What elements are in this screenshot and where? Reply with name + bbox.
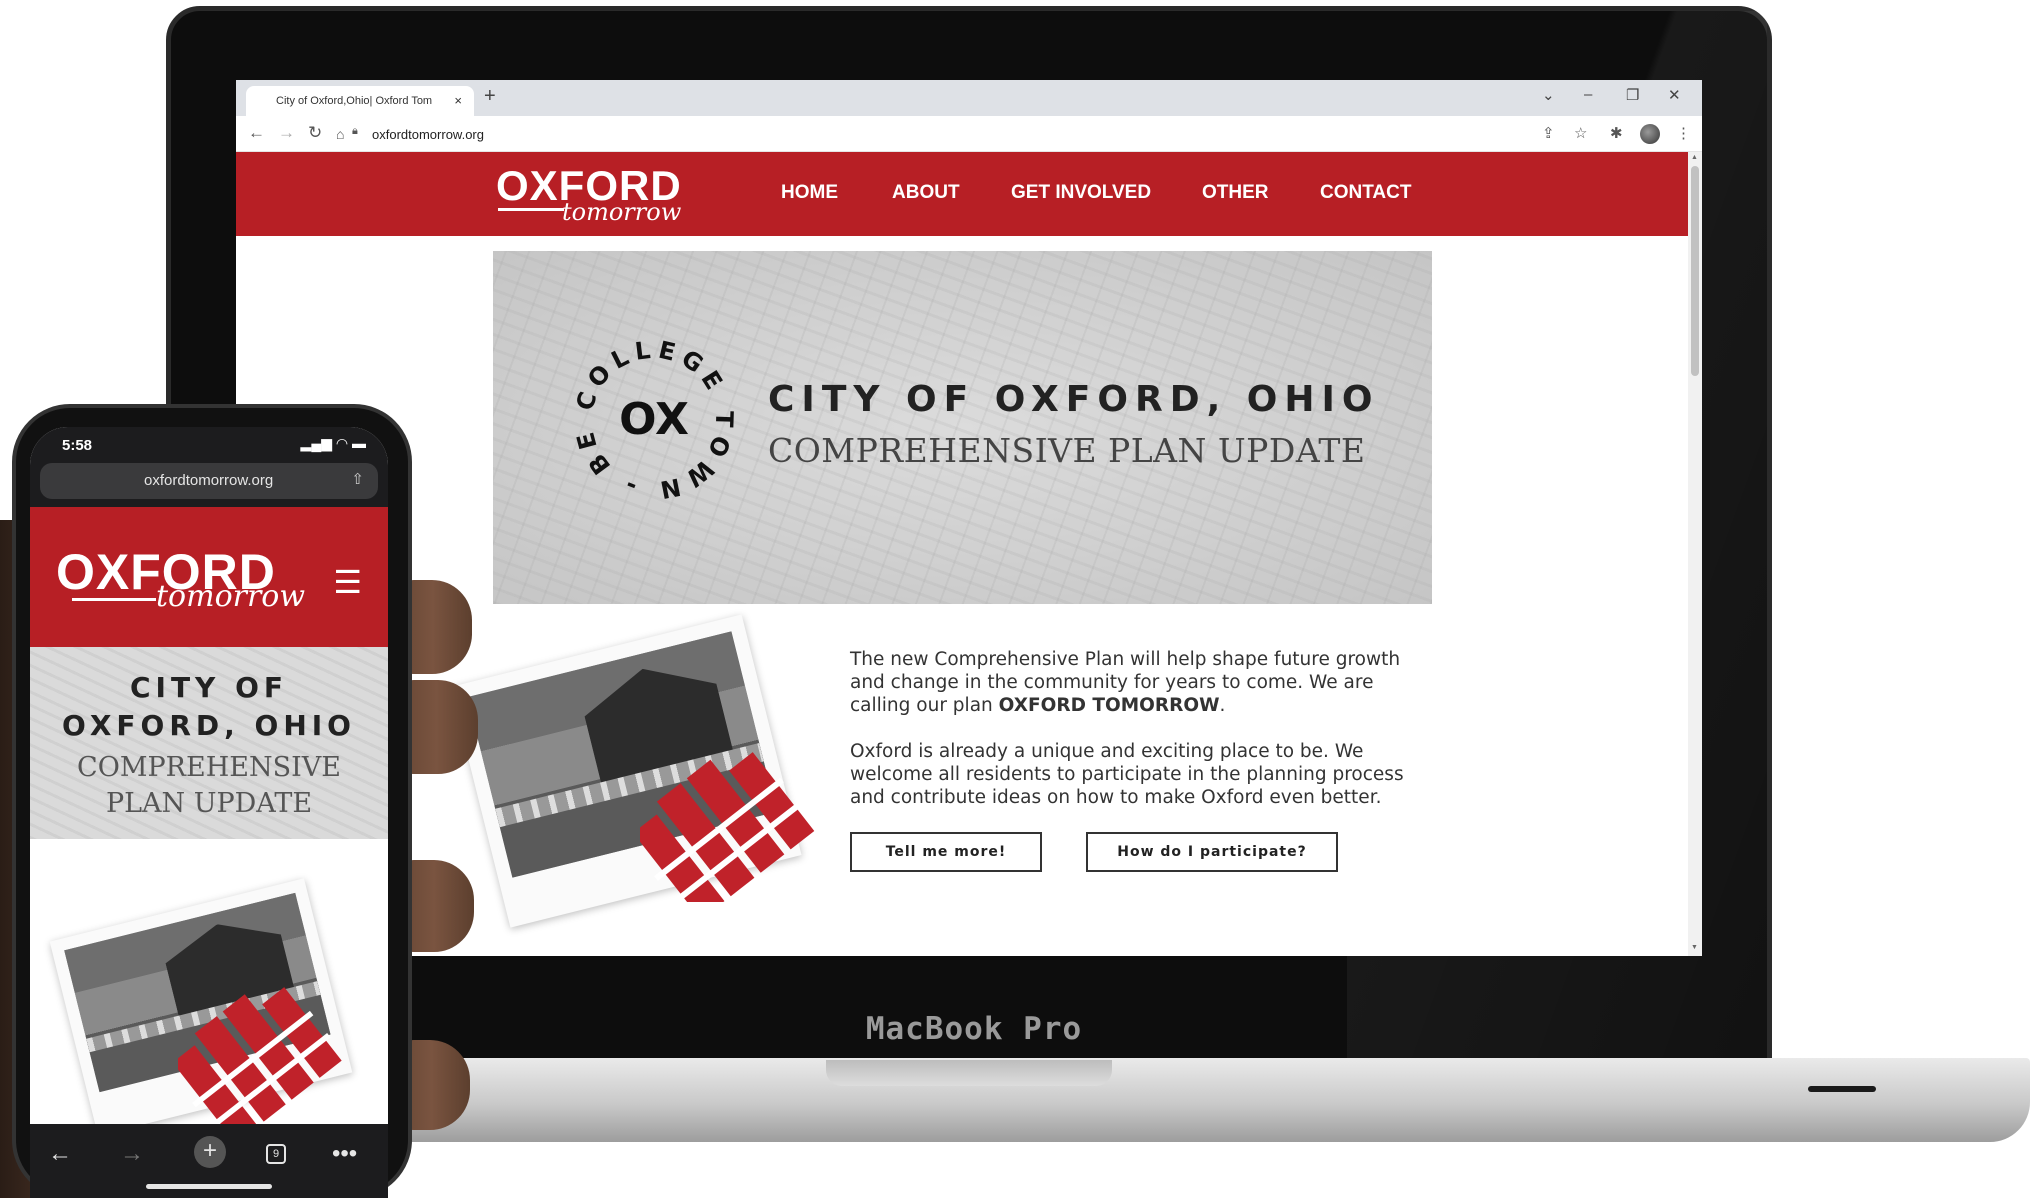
mobile-browser: 5:58 ▂▄▆ ◠ ▬ oxfordtomorrow.org ⇧ OXFORD… — [30, 427, 388, 1198]
mobile-logo-underline — [72, 598, 156, 601]
nav-home[interactable]: HOME — [781, 182, 838, 204]
share-icon[interactable]: ⇪ — [1542, 124, 1555, 142]
hamburger-icon[interactable]: ☰ — [333, 563, 362, 601]
tab-title: City of Oxford,Ohio| Oxford Tom — [276, 95, 433, 107]
mobile-hero-title-1: CITY OF — [129, 671, 289, 704]
brick-mark-icon — [640, 752, 815, 902]
nav-about[interactable]: ABOUT — [892, 182, 960, 204]
status-bar: 5:58 ▂▄▆ ◠ ▬ oxfordtomorrow.org ⇧ — [30, 427, 388, 519]
close-tab-icon[interactable]: × — [454, 93, 462, 108]
mobile-header: OXFORD tomorrow ☰ — [30, 507, 388, 647]
lock-icon: 🔒︎ — [352, 125, 358, 137]
profile-icon[interactable] — [1640, 124, 1660, 144]
maximize-button[interactable]: ❐ — [1626, 86, 1639, 104]
forward-icon[interactable]: → — [278, 123, 295, 143]
mobile-logo-script: tomorrow — [156, 579, 306, 614]
logo-underline — [498, 208, 564, 211]
college-town-seal: COLLEGE TOWN - BEST OX — [571, 337, 732, 503]
site-header: OXFORD tomorrow HOME ABOUT GET INVOLVED … — [236, 152, 1688, 236]
logo-script: tomorrow — [562, 198, 682, 226]
website: OXFORD tomorrow HOME ABOUT GET INVOLVED … — [236, 152, 1702, 956]
hero-title: CITY OF OXFORD, OHIO — [768, 379, 1380, 420]
participate-button[interactable]: How do I participate? — [1086, 832, 1338, 872]
tab-search-icon[interactable]: ⌄ — [1542, 86, 1555, 104]
laptop-notch — [826, 1060, 1112, 1086]
mobile-url[interactable]: oxfordtomorrow.org — [144, 472, 273, 489]
mobile-brick-mark-icon — [178, 987, 342, 1127]
mobile-hero-title-2: OXFORD, OHIO — [62, 709, 356, 742]
mobile-hero-sub-1: COMPREHENSIVE — [77, 752, 341, 783]
intro-period: . — [1219, 695, 1226, 716]
share-icon[interactable]: ⇧ — [351, 470, 364, 488]
intro-paragraph: The new Comprehensive Plan will help sha… — [850, 648, 1410, 717]
nav-other[interactable]: OTHER — [1202, 182, 1269, 204]
scroll-thumb[interactable] — [1691, 166, 1699, 376]
tabs-icon[interactable]: 9 — [266, 1144, 286, 1164]
seal-center-text: OX — [619, 394, 689, 445]
plus-icon[interactable]: + — [194, 1136, 226, 1168]
nav-get-involved[interactable]: GET INVOLVED — [1011, 182, 1151, 204]
scrollbar[interactable]: ▲ ▼ — [1688, 152, 1702, 956]
address-bar: ← → ↻ ⌂ 🔒︎ oxfordtomorrow.org ⇪ ☆ ✱ ⋮ — [236, 116, 1702, 152]
forward-icon[interactable]: → — [120, 1140, 144, 1168]
window-close-button[interactable]: ✕ — [1668, 86, 1681, 104]
mobile-address-bar[interactable]: oxfordtomorrow.org ⇧ — [40, 463, 378, 499]
scroll-down-icon[interactable]: ▼ — [1691, 944, 1698, 951]
status-time: 5:58 — [62, 437, 93, 454]
new-tab-button[interactable]: + — [484, 85, 496, 108]
back-icon[interactable]: ← — [48, 1140, 72, 1168]
mobile-hero-sub-2: PLAN UPDATE — [105, 788, 313, 819]
extensions-icon[interactable]: ✱ — [1610, 124, 1623, 142]
more-icon[interactable]: ••• — [332, 1140, 357, 1168]
signal-icon: ▂▄▆ ◠ ▬ — [300, 435, 366, 451]
mobile-hero: CITY OF OXFORD, OHIO COMPREHENSIVE PLAN … — [30, 647, 388, 839]
tell-me-more-button[interactable]: Tell me more! — [850, 832, 1042, 872]
home-indicator — [146, 1184, 272, 1189]
back-icon[interactable]: ← — [248, 123, 265, 143]
device-mockup: MacBook Pro City of Oxford,Ohio| Oxford … — [0, 0, 2030, 1198]
scroll-up-icon[interactable]: ▲ — [1691, 154, 1698, 161]
url-field[interactable]: oxfordtomorrow.org — [372, 127, 484, 142]
star-icon[interactable]: ☆ — [1574, 124, 1587, 142]
kebab-icon[interactable]: ⋮ — [1676, 124, 1691, 142]
minimize-button[interactable]: – — [1584, 86, 1592, 103]
browser-tab[interactable]: City of Oxford,Ohio| Oxford Tom × — [246, 86, 474, 116]
hero-banner: COLLEGE TOWN - BEST OX CITY OF OXFORD, O… — [493, 251, 1432, 604]
mobile-toolbar: ← → + 9 ••• — [30, 1124, 388, 1198]
intro-plan-name: OXFORD TOMORROW — [998, 695, 1220, 716]
welcome-paragraph: Oxford is already a unique and exciting … — [850, 741, 1404, 808]
site-logo[interactable]: OXFORD tomorrow — [496, 164, 686, 227]
home-icon[interactable]: ⌂ — [336, 126, 344, 142]
laptop-slot — [1808, 1086, 1876, 1092]
nav-contact[interactable]: CONTACT — [1320, 182, 1411, 204]
hero-subtitle: COMPREHENSIVE PLAN UPDATE — [768, 431, 1366, 470]
reload-icon[interactable]: ↻ — [308, 123, 322, 143]
tab-bar: City of Oxford,Ohio| Oxford Tom × + ⌄ – … — [236, 80, 1702, 116]
desktop-browser: City of Oxford,Ohio| Oxford Tom × + ⌄ – … — [236, 80, 1702, 956]
